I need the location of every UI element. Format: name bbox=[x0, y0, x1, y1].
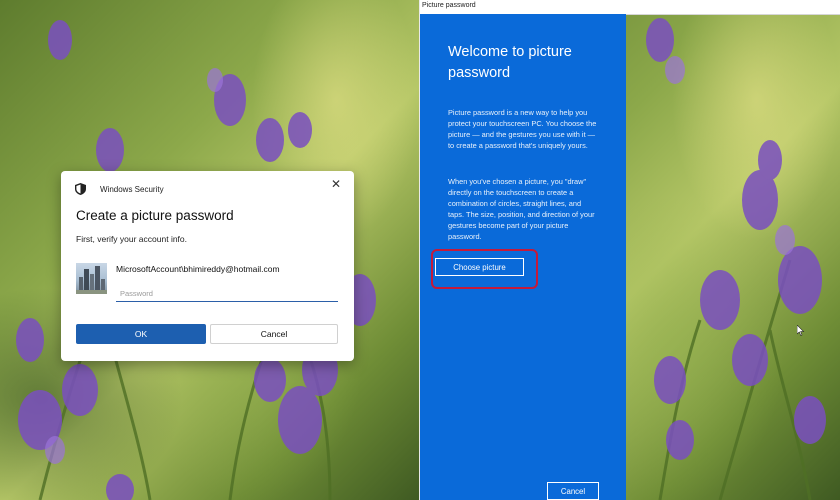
ok-button[interactable]: OK bbox=[76, 324, 206, 344]
windows-security-dialog: Windows Security ✕ Create a picture pass… bbox=[61, 171, 354, 361]
pane-paragraph-intro: Picture password is a new way to help yo… bbox=[448, 108, 597, 150]
cancel-button[interactable]: Cancel bbox=[210, 324, 338, 344]
avatar-city-photo bbox=[76, 266, 107, 294]
dialog-app-name: Windows Security bbox=[100, 184, 164, 194]
pane-heading: Welcome to picture password bbox=[448, 44, 572, 81]
mouse-cursor-icon bbox=[797, 325, 805, 336]
window-title: Picture password bbox=[422, 2, 476, 9]
close-icon[interactable]: ✕ bbox=[328, 176, 344, 192]
picture-password-pane: Welcome to picture password Picture pass… bbox=[420, 14, 626, 500]
pane-cancel-button[interactable]: Cancel bbox=[547, 482, 599, 500]
account-name: MicrosoftAccount\bhimireddy@hotmail.com bbox=[116, 264, 280, 274]
right-screen: Picture password Welcome to picture pass… bbox=[420, 0, 840, 500]
dialog-header: Windows Security bbox=[75, 181, 164, 197]
window-titlebar: Picture password bbox=[420, 0, 840, 15]
left-screen: Windows Security ✕ Create a picture pass… bbox=[0, 0, 420, 500]
shield-icon bbox=[75, 183, 86, 195]
dialog-title: Create a picture password bbox=[76, 208, 234, 223]
dialog-subtitle: First, verify your account info. bbox=[76, 234, 188, 244]
password-input[interactable] bbox=[116, 285, 338, 302]
pane-paragraph-gestures: When you've chosen a picture, you "draw"… bbox=[448, 177, 595, 241]
avatar bbox=[76, 263, 107, 294]
choose-picture-button[interactable]: Choose picture bbox=[435, 258, 524, 276]
